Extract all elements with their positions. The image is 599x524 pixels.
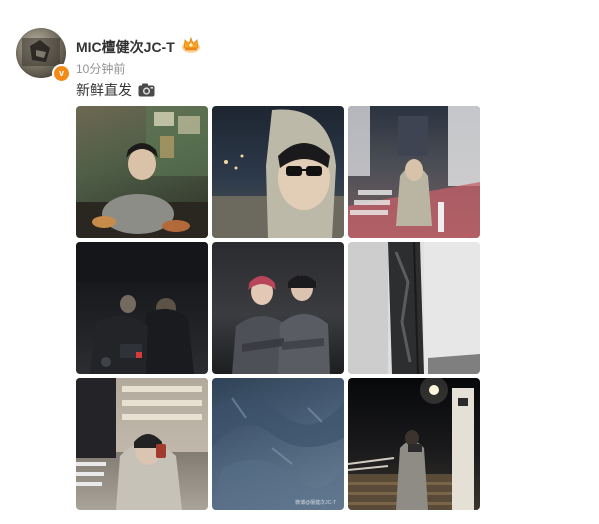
watermark-text: 微博@檀健次JC-T bbox=[295, 500, 336, 506]
verified-badge-icon: v bbox=[52, 64, 71, 83]
post-text-content: 新鲜直发 bbox=[76, 82, 132, 98]
username[interactable]: MIC檀健次JC-T bbox=[76, 37, 175, 57]
crown-icon bbox=[182, 36, 200, 53]
photo-dark-crew[interactable] bbox=[76, 242, 208, 374]
post-text: 新鲜直发 bbox=[76, 80, 155, 100]
photo-blue-texture[interactable]: 微博@檀健次JC-T bbox=[212, 378, 344, 510]
weibo-post: v MIC檀健次JC-T 10分钟前 新鲜直发 微博@檀健次JC-T bbox=[0, 0, 599, 524]
camera-icon bbox=[138, 83, 155, 97]
photo-hood-selfie-night[interactable] bbox=[212, 106, 344, 238]
photo-grid: 微博@檀健次JC-T bbox=[76, 106, 481, 510]
photo-restaurant-dinner[interactable] bbox=[76, 106, 208, 238]
photo-street-crosswalk[interactable] bbox=[348, 106, 480, 238]
photo-night-stairs[interactable] bbox=[348, 378, 480, 510]
photo-fabric-closeup[interactable] bbox=[348, 242, 480, 374]
photo-building-selfie[interactable] bbox=[76, 378, 208, 510]
post-timestamp[interactable]: 10分钟前 bbox=[76, 60, 125, 77]
photo-two-people-studio[interactable] bbox=[212, 242, 344, 374]
